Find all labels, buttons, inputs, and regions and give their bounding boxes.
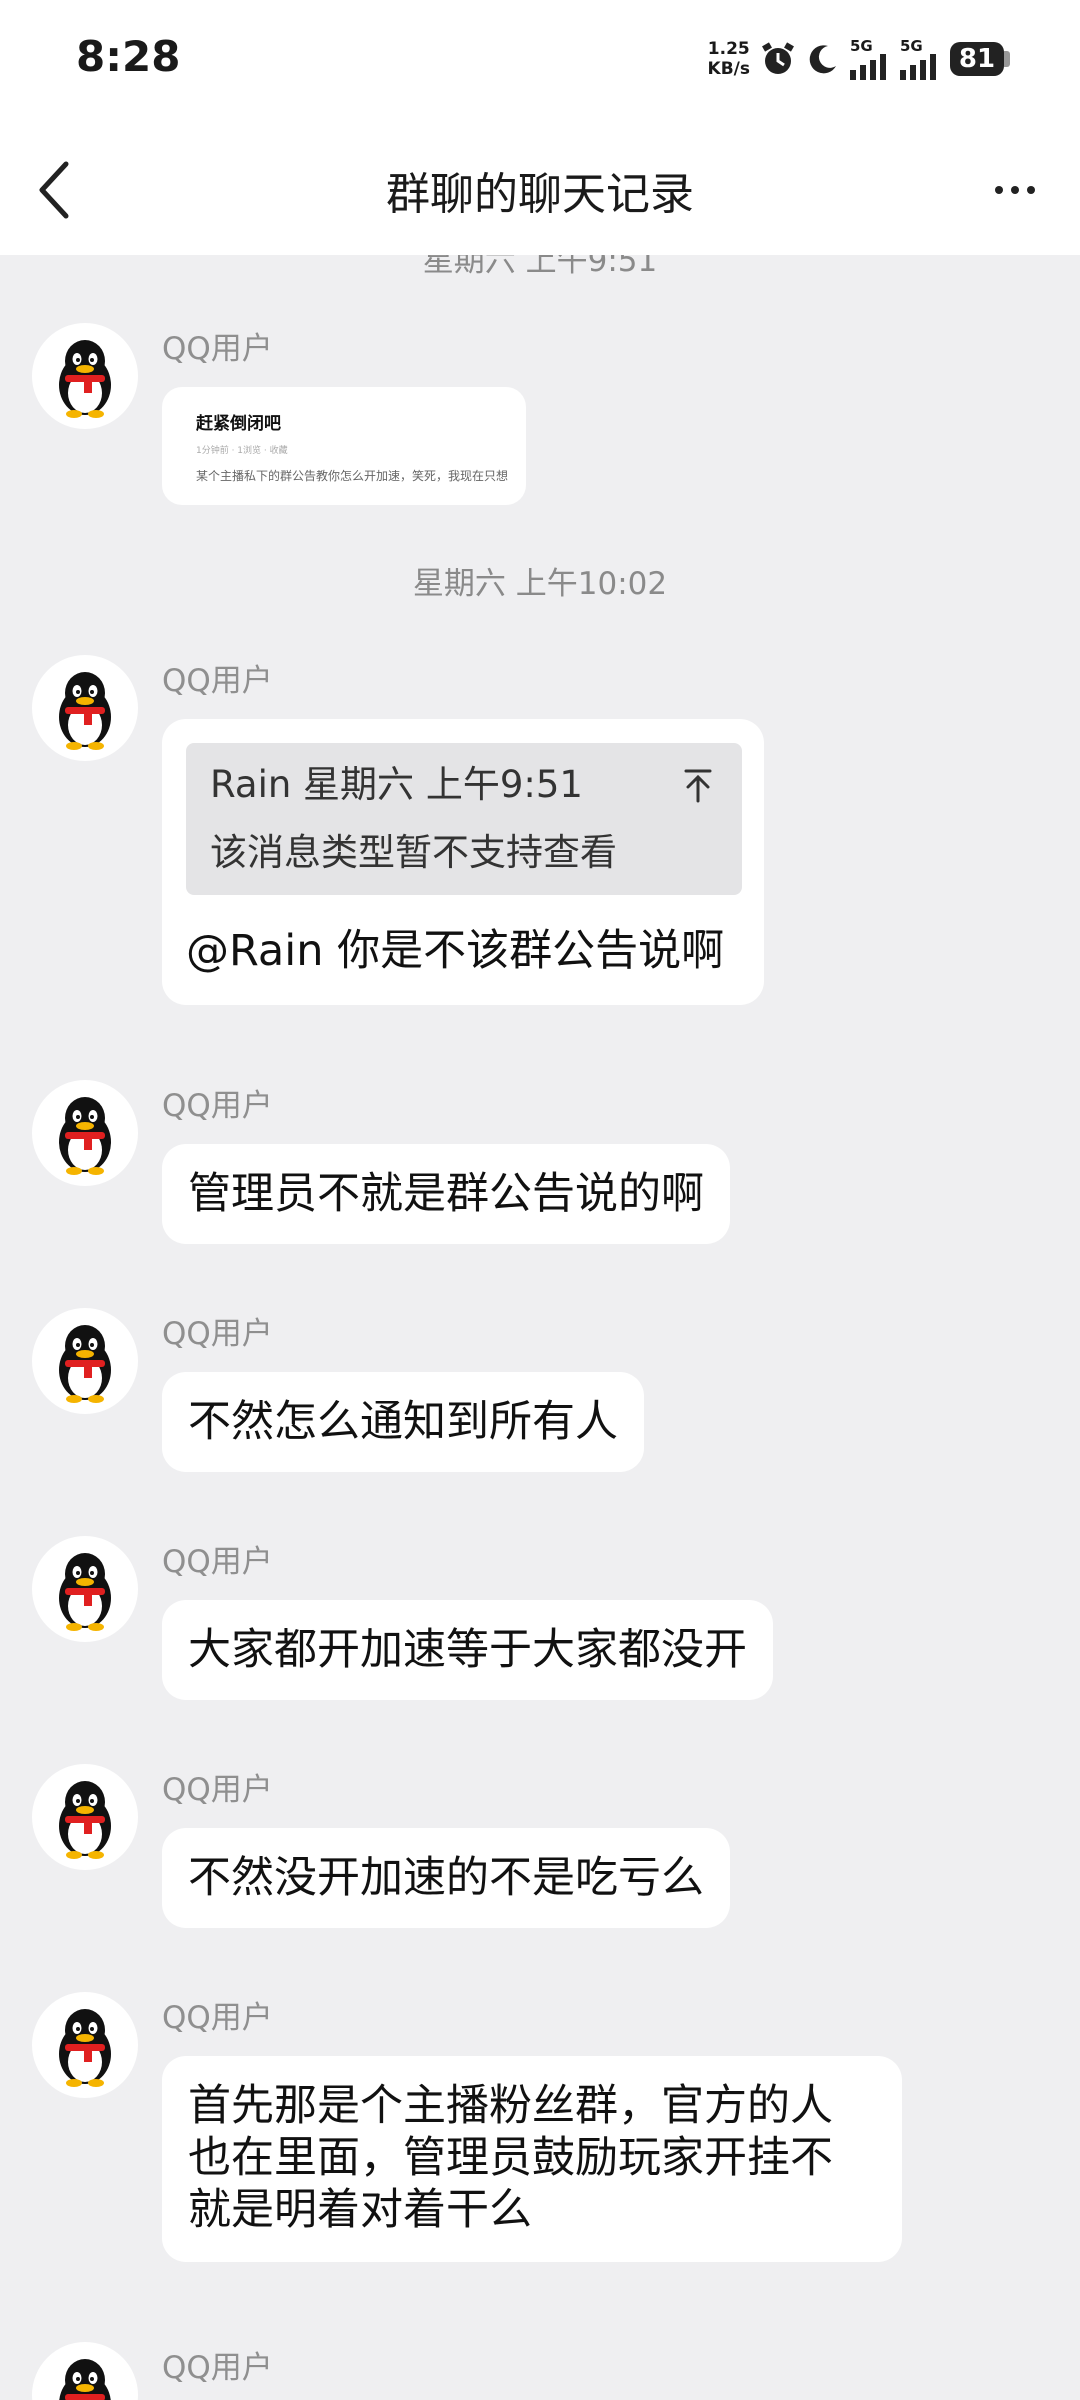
more-dot-icon <box>1011 186 1019 194</box>
message-text: @Rain 你是不该群公告说啊 <box>186 926 725 976</box>
card-meta: 1分钟前 · 1浏览 · 收藏 <box>196 446 288 456</box>
sender-name: QQ用户 <box>162 2000 273 2036</box>
battery-indicator: 81 <box>950 42 1010 76</box>
avatar[interactable] <box>32 655 138 761</box>
page-title: 群聊的聊天记录 <box>386 169 694 220</box>
avatar[interactable] <box>32 1992 138 2098</box>
sender-name: QQ用户 <box>162 1772 273 1808</box>
sender-name: QQ用户 <box>162 1316 273 1352</box>
net-speed: 1.25 KB/s <box>707 39 750 79</box>
penguin-avatar-icon <box>59 1781 111 1859</box>
penguin-avatar-icon <box>59 1553 111 1631</box>
more-options-button[interactable] <box>980 160 1050 220</box>
card-snippet: 某个主播私下的群公告教你怎么开加速，笑死，我现在只想 <box>196 469 509 483</box>
time-separator: 星期六 上午10:02 <box>412 566 668 602</box>
avatar[interactable] <box>32 1308 138 1414</box>
signal-bars-icon <box>900 53 936 80</box>
sender-name: QQ用户 <box>162 331 273 367</box>
sender-name: QQ用户 <box>162 1544 273 1580</box>
link-card[interactable]: 赶紧倒闭吧 1分钟前 · 1浏览 · 收藏 某个主播私下的群公告教你怎么开加速，… <box>162 387 526 505</box>
status-time: 8:28 <box>76 32 181 81</box>
signal-5g-2: 5G <box>900 38 940 80</box>
avatar[interactable] <box>32 323 138 429</box>
penguin-avatar-icon <box>59 672 111 750</box>
more-dot-icon <box>995 186 1003 194</box>
message-bubble[interactable]: 不然没开加速的不是吃亏么 <box>162 1828 730 1928</box>
chat-feed[interactable]: 星期六 上午9:51 QQ用户 赶紧倒闭吧 1分钟前 · 1浏览 · 收藏 某个… <box>0 255 1080 2400</box>
moon-icon <box>809 45 836 74</box>
penguin-avatar-icon <box>59 340 111 418</box>
card-title: 赶紧倒闭吧 <box>196 414 281 434</box>
status-icons: 1.25 KB/s 5G 5G 81 <box>708 34 1010 84</box>
message-bubble[interactable]: Rain 星期六 上午9:51 该消息类型暂不支持查看 @Rain 你是不该群公… <box>162 719 764 1005</box>
sender-name: QQ用户 <box>162 1088 273 1124</box>
penguin-avatar-icon <box>59 2009 111 2087</box>
quote-header: Rain 星期六 上午9:51 <box>210 763 583 806</box>
avatar[interactable] <box>32 1080 138 1186</box>
quote-body: 该消息类型暂不支持查看 <box>210 831 617 874</box>
title-bar: 群聊的聊天记录 <box>0 120 1080 255</box>
message-bubble[interactable]: 管理员不就是群公告说的啊 <box>162 1144 730 1244</box>
signal-5g-1: 5G <box>850 38 890 80</box>
penguin-avatar-icon <box>59 1325 111 1403</box>
alarm-icon <box>762 42 794 74</box>
message-bubble[interactable]: 大家都开加速等于大家都没开 <box>162 1600 773 1700</box>
message-bubble[interactable]: 首先那是个主播粉丝群，官方的人也在里面，管理员鼓励玩家开挂不就是明着对着干么 <box>162 2056 902 2262</box>
jump-to-original-icon[interactable] <box>678 765 718 805</box>
avatar[interactable] <box>32 1536 138 1642</box>
sender-name: QQ用户 <box>162 663 273 699</box>
sender-name: QQ用户 <box>162 2350 273 2386</box>
avatar[interactable] <box>32 2342 138 2400</box>
avatar[interactable] <box>32 1764 138 1870</box>
penguin-avatar-icon <box>59 2359 111 2400</box>
penguin-avatar-icon <box>59 1097 111 1175</box>
time-separator: 星期六 上午9:51 <box>422 255 658 279</box>
quoted-message[interactable]: Rain 星期六 上午9:51 该消息类型暂不支持查看 <box>186 743 742 895</box>
more-dot-icon <box>1027 186 1035 194</box>
status-bar: 8:28 1.25 KB/s 5G 5G 81 <box>0 0 1080 120</box>
signal-bars-icon <box>850 53 886 80</box>
message-bubble[interactable]: 不然怎么通知到所有人 <box>162 1372 644 1472</box>
